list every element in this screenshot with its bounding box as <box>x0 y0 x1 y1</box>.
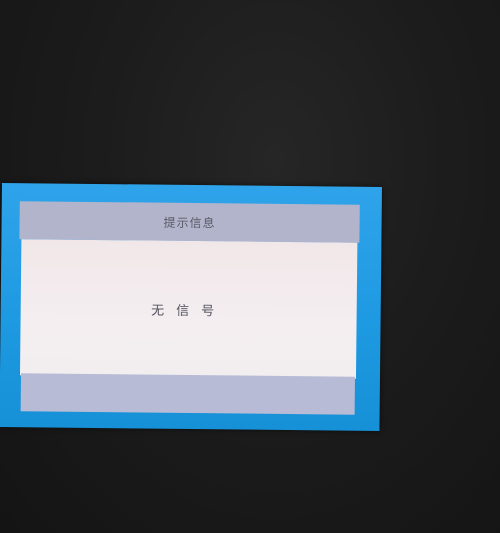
dialog-body: 无信号 <box>19 239 358 379</box>
monitor-screen: 提示信息 无信号 <box>0 0 500 533</box>
dialog-title: 提示信息 <box>163 215 216 230</box>
dialog-footer <box>20 373 355 415</box>
no-signal-message: 无信号 <box>151 303 227 319</box>
dialog-titlebar: 提示信息 <box>19 201 360 243</box>
no-signal-dialog: 提示信息 无信号 <box>0 183 382 431</box>
